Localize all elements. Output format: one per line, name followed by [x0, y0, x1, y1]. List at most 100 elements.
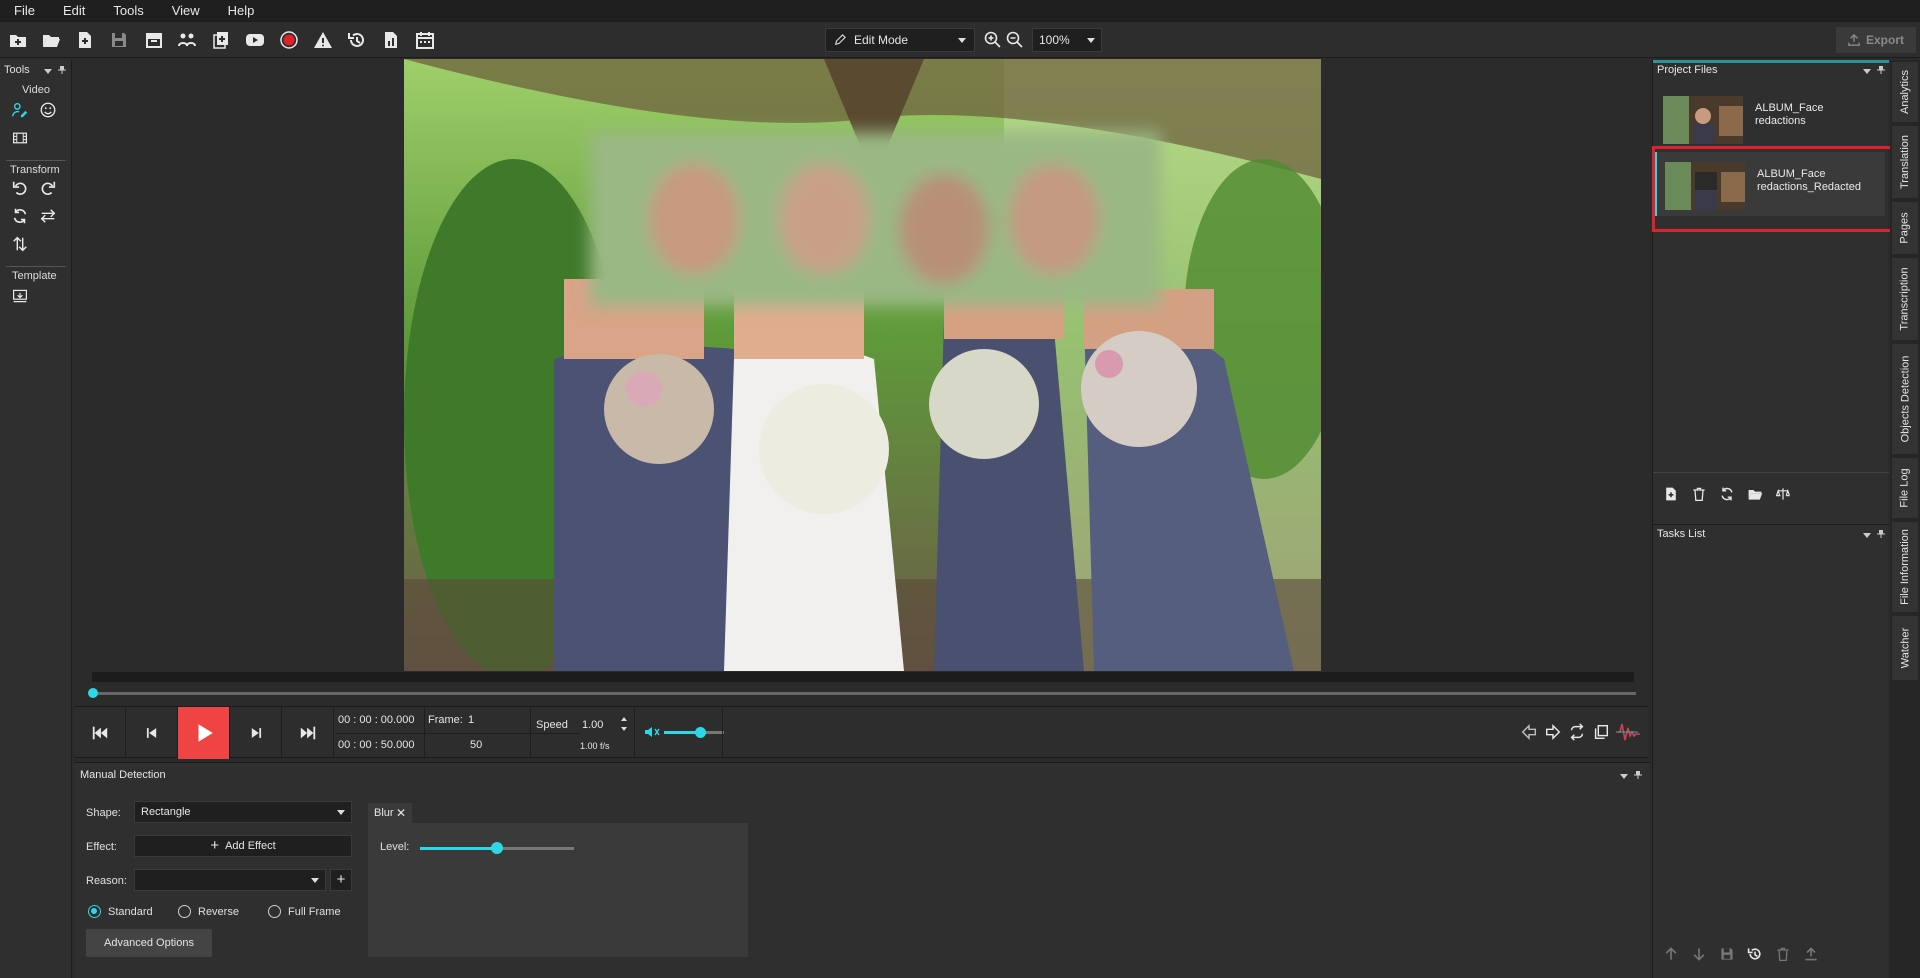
mark-in-icon[interactable] [1520, 723, 1538, 741]
people-detect-icon[interactable] [176, 29, 198, 51]
mode-select[interactable]: Edit Mode [825, 28, 975, 52]
seek-bar[interactable] [92, 692, 1636, 695]
compare-icon[interactable] [1775, 486, 1791, 502]
add-copy-icon[interactable] [210, 29, 232, 51]
volume-handle[interactable] [695, 727, 706, 738]
menu-help[interactable]: Help [214, 0, 269, 22]
tab-transcription[interactable]: Transcription [1892, 258, 1918, 340]
frame-value[interactable]: 1 [468, 714, 474, 726]
trash-icon[interactable] [1775, 946, 1791, 962]
move-up-icon[interactable] [1663, 946, 1679, 962]
zoom-in-icon[interactable] [982, 29, 1004, 51]
smiley-icon[interactable] [38, 100, 58, 120]
tab-file-log[interactable]: File Log [1892, 458, 1918, 518]
face-detect-icon[interactable] [10, 100, 30, 120]
flip-vertical-icon[interactable] [10, 234, 30, 254]
rotate-left-icon[interactable] [10, 178, 30, 198]
history-icon[interactable] [346, 29, 368, 51]
play-button[interactable] [178, 707, 230, 759]
skip-start-button[interactable] [74, 707, 126, 759]
shape-select[interactable]: Rectangle [134, 801, 352, 823]
panel-menu-icon[interactable] [1863, 533, 1871, 538]
record-icon[interactable] [278, 29, 300, 51]
video-frame[interactable] [404, 59, 1321, 671]
tab-watcher[interactable]: Watcher [1892, 616, 1918, 680]
next-frame-button[interactable] [230, 707, 282, 759]
upload-icon[interactable] [1803, 946, 1819, 962]
level-handle[interactable] [491, 842, 503, 854]
open-folder-icon[interactable] [1747, 486, 1763, 502]
open-folder-icon[interactable] [40, 29, 62, 51]
warning-icon[interactable] [312, 29, 334, 51]
menu-view[interactable]: View [158, 0, 214, 22]
add-reason-button[interactable]: + [330, 869, 352, 891]
pin-icon[interactable] [1877, 530, 1885, 538]
tab-pages[interactable]: Pages [1892, 202, 1918, 254]
current-time: 00 : 00 : 00.000 [338, 714, 415, 726]
refresh-icon[interactable] [1719, 486, 1735, 502]
panel-menu-icon[interactable] [44, 69, 52, 74]
file-thumbnail [1665, 162, 1745, 210]
file-item[interactable]: ALBUM_Face redactions [1655, 86, 1885, 150]
tab-analytics[interactable]: Analytics [1892, 62, 1918, 122]
tab-objects-detection[interactable]: Objects Detection [1892, 344, 1918, 454]
trash-icon[interactable] [1691, 486, 1707, 502]
reason-select[interactable] [134, 869, 326, 891]
radio-reverse-label: Reverse [198, 906, 239, 918]
divider [6, 266, 66, 267]
refresh-icon[interactable] [10, 206, 30, 226]
mute-icon[interactable] [644, 725, 660, 739]
rotate-right-icon[interactable] [38, 178, 58, 198]
waveform-icon[interactable] [1616, 721, 1640, 743]
section-video: Video [22, 84, 50, 96]
advanced-options-button[interactable]: Advanced Options [86, 929, 212, 957]
tab-translation[interactable]: Translation [1892, 126, 1918, 198]
archive-icon[interactable] [143, 29, 165, 51]
pin-icon[interactable] [58, 66, 66, 74]
template-icon[interactable] [10, 286, 30, 306]
zoom-select[interactable]: 100% [1032, 28, 1102, 52]
total-time: 00 : 00 : 50.000 [338, 739, 415, 751]
history-icon[interactable] [1747, 946, 1763, 962]
film-icon[interactable] [10, 128, 30, 148]
tab-file-information[interactable]: File Information [1892, 522, 1918, 612]
move-down-icon[interactable] [1691, 946, 1707, 962]
speed-stepper-icon[interactable] [620, 715, 628, 733]
menu-edit[interactable]: Edit [49, 0, 99, 22]
export-button[interactable]: Export [1836, 27, 1916, 53]
youtube-icon[interactable] [244, 29, 266, 51]
flip-horizontal-icon[interactable] [38, 206, 58, 226]
save-icon[interactable] [108, 29, 130, 51]
report-icon[interactable] [380, 29, 402, 51]
timeline-track[interactable] [92, 672, 1634, 682]
new-project-icon[interactable] [7, 29, 29, 51]
save-icon[interactable] [1719, 946, 1735, 962]
zoom-out-icon[interactable] [1004, 29, 1026, 51]
radio-standard[interactable] [88, 905, 101, 918]
calendar-icon[interactable] [414, 29, 436, 51]
import-file-icon[interactable] [74, 29, 96, 51]
menu-file[interactable]: File [0, 0, 49, 22]
mark-out-icon[interactable] [1544, 723, 1562, 741]
previous-frame-button[interactable] [126, 707, 178, 759]
seek-handle[interactable] [88, 688, 98, 698]
radio-full-frame[interactable] [268, 905, 281, 918]
effect-settings-panel: Level: [368, 823, 748, 957]
menu-tools[interactable]: Tools [99, 0, 157, 22]
speed-value[interactable]: 1.00 [582, 719, 603, 731]
add-file-icon[interactable] [1663, 486, 1679, 502]
panel-menu-icon[interactable] [1863, 69, 1871, 74]
panel-menu-icon[interactable] [1620, 774, 1628, 779]
frame-label: Frame: [428, 714, 463, 726]
radio-reverse[interactable] [178, 905, 191, 918]
pin-icon[interactable] [1634, 771, 1642, 779]
export-label: Export [1865, 33, 1904, 47]
pin-icon[interactable] [1877, 66, 1885, 74]
tab-blur[interactable]: Blur ✕ [368, 803, 412, 823]
copy-frame-icon[interactable] [1592, 723, 1610, 741]
file-item-selected[interactable]: ALBUM_Face redactions_Redacted [1655, 152, 1885, 216]
close-icon[interactable]: ✕ [396, 806, 406, 820]
add-effect-button[interactable]: + Add Effect [134, 835, 352, 857]
loop-icon[interactable] [1568, 723, 1586, 741]
skip-end-button[interactable] [282, 707, 334, 759]
